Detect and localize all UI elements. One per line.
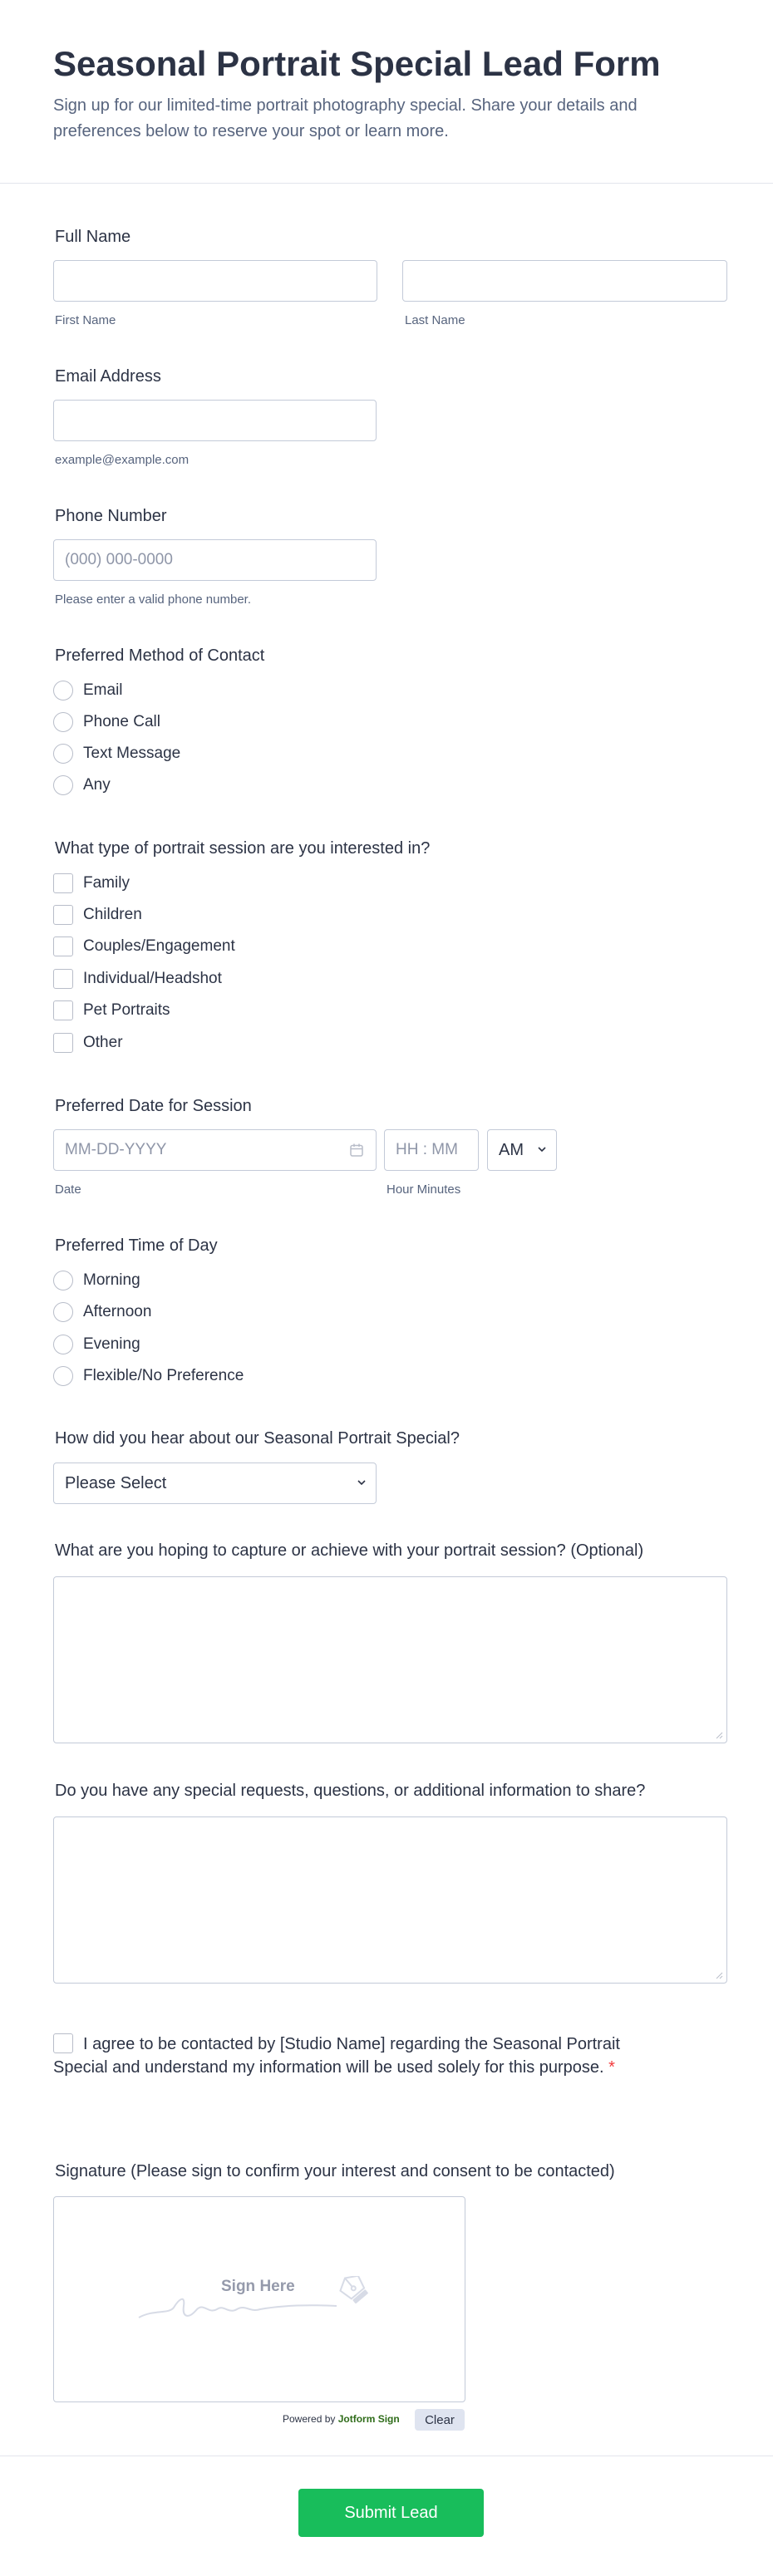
chevron-down-icon <box>357 1480 366 1486</box>
last-name-input[interactable] <box>402 260 727 302</box>
date-input[interactable]: MM-DD-YYYY <box>53 1129 377 1171</box>
signature-label: Signature (Please sign to confirm your i… <box>55 2162 615 2180</box>
form-page: Seasonal Portrait Special Lead Form Sign… <box>0 0 773 2576</box>
phone-label: Phone Number <box>55 507 167 525</box>
phone-placeholder: (000) 000-0000 <box>65 551 173 568</box>
option-label: Text Message <box>83 745 181 762</box>
option-label: Any <box>83 776 111 794</box>
full-name-label: Full Name <box>55 228 131 246</box>
phone-input[interactable]: (000) 000-0000 <box>53 539 377 581</box>
session-option-couples[interactable]: Couples/Engagement <box>53 934 235 959</box>
clear-signature-button[interactable]: Clear <box>415 2409 465 2431</box>
time-option-evening[interactable]: Evening <box>53 1332 140 1357</box>
session-option-other[interactable]: Other <box>53 1030 123 1055</box>
signature-pad[interactable]: Sign Here <box>53 2196 465 2402</box>
referral-select[interactable]: Please Select <box>53 1463 377 1504</box>
date-sublabel: Date <box>55 1182 81 1197</box>
requests-label: Do you have any special requests, questi… <box>55 1782 646 1800</box>
option-label: Individual/Headshot <box>83 970 222 987</box>
option-label: Email <box>83 681 123 699</box>
ampm-select[interactable]: AM <box>487 1129 557 1171</box>
session-option-children[interactable]: Children <box>53 902 142 927</box>
calendar-icon[interactable] <box>349 1143 364 1162</box>
powered-prefix: Powered by <box>283 2413 336 2425</box>
checkbox[interactable] <box>53 969 73 989</box>
first-name-input[interactable] <box>53 260 377 302</box>
radio-button[interactable] <box>53 1271 73 1290</box>
option-label: Other <box>83 1034 123 1051</box>
option-label: Flexible/No Preference <box>83 1367 244 1384</box>
powered-by: Powered by Jotform Sign <box>283 2413 400 2425</box>
radio-button[interactable] <box>53 775 73 795</box>
time-option-afternoon[interactable]: Afternoon <box>53 1300 151 1325</box>
consent-text: I agree to be contacted by [Studio Name]… <box>53 2035 620 2077</box>
option-label: Afternoon <box>83 1303 152 1320</box>
checkbox[interactable] <box>53 905 73 925</box>
time-option-morning[interactable]: Morning <box>53 1268 140 1293</box>
resize-handle-icon[interactable] <box>715 1731 723 1739</box>
radio-button[interactable] <box>53 1366 73 1386</box>
contact-option-email[interactable]: Email <box>53 678 123 703</box>
email-sublabel: example@example.com <box>55 453 190 467</box>
option-label: Children <box>83 906 142 923</box>
last-name-sublabel: Last Name <box>405 313 465 327</box>
radio-button[interactable] <box>53 744 73 764</box>
contact-option-text-message[interactable]: Text Message <box>53 741 180 766</box>
option-label: Couples/Engagement <box>83 937 235 955</box>
ampm-value: AM <box>499 1141 524 1159</box>
consent-text-block: I agree to be contacted by [Studio Name]… <box>53 2033 652 2079</box>
option-label: Morning <box>83 1271 140 1289</box>
email-label: Email Address <box>55 367 161 386</box>
form-title: Seasonal Portrait Special Lead Form <box>53 44 661 83</box>
session-option-individual[interactable]: Individual/Headshot <box>53 966 222 991</box>
radio-button[interactable] <box>53 681 73 701</box>
phone-sublabel: Please enter a valid phone number. <box>55 592 251 607</box>
time-option-flexible[interactable]: Flexible/No Preference <box>53 1364 244 1389</box>
form-header: Seasonal Portrait Special Lead Form Sign… <box>0 0 773 184</box>
checkbox[interactable] <box>53 873 73 893</box>
time-sublabel: Hour Minutes <box>386 1182 461 1197</box>
chevron-down-icon <box>538 1147 546 1153</box>
time-placeholder: HH : MM <box>396 1141 458 1158</box>
referral-selected-value: Please Select <box>65 1474 167 1492</box>
contact-option-any[interactable]: Any <box>53 773 111 798</box>
option-label: Pet Portraits <box>83 1001 170 1019</box>
radio-button[interactable] <box>53 712 73 732</box>
powered-brand: Jotform Sign <box>337 2413 400 2425</box>
session-option-family[interactable]: Family <box>53 871 130 896</box>
required-mark: * <box>608 2058 615 2077</box>
checkbox[interactable] <box>53 1000 73 1020</box>
contact-option-phone-call[interactable]: Phone Call <box>53 710 160 735</box>
checkbox[interactable] <box>53 937 73 956</box>
resize-handle-icon[interactable] <box>715 1971 723 1979</box>
contact-method-label: Preferred Method of Contact <box>55 646 265 665</box>
referral-label: How did you hear about our Seasonal Port… <box>55 1429 460 1448</box>
submit-button[interactable]: Submit Lead <box>298 2489 484 2537</box>
date-placeholder: MM-DD-YYYY <box>65 1141 167 1158</box>
time-of-day-label: Preferred Time of Day <box>55 1236 218 1255</box>
option-label: Phone Call <box>83 713 160 730</box>
time-input[interactable]: HH : MM <box>384 1129 479 1171</box>
session-option-pet[interactable]: Pet Portraits <box>53 998 170 1023</box>
goals-textarea[interactable] <box>53 1576 727 1743</box>
email-input[interactable] <box>53 400 377 441</box>
radio-button[interactable] <box>53 1302 73 1322</box>
option-label: Family <box>83 874 130 892</box>
form-subtitle: Sign up for our limited-time portrait ph… <box>53 96 638 140</box>
session-type-label: What type of portrait session are you in… <box>55 839 431 858</box>
first-name-sublabel: First Name <box>55 313 116 327</box>
requests-textarea[interactable] <box>53 1816 727 1984</box>
radio-button[interactable] <box>53 1335 73 1354</box>
session-date-label: Preferred Date for Session <box>55 1097 252 1115</box>
goals-label: What are you hoping to capture or achiev… <box>55 1541 644 1560</box>
option-label: Evening <box>83 1335 140 1353</box>
signature-placeholder: Sign Here <box>221 2278 295 2295</box>
checkbox[interactable] <box>53 1033 73 1053</box>
